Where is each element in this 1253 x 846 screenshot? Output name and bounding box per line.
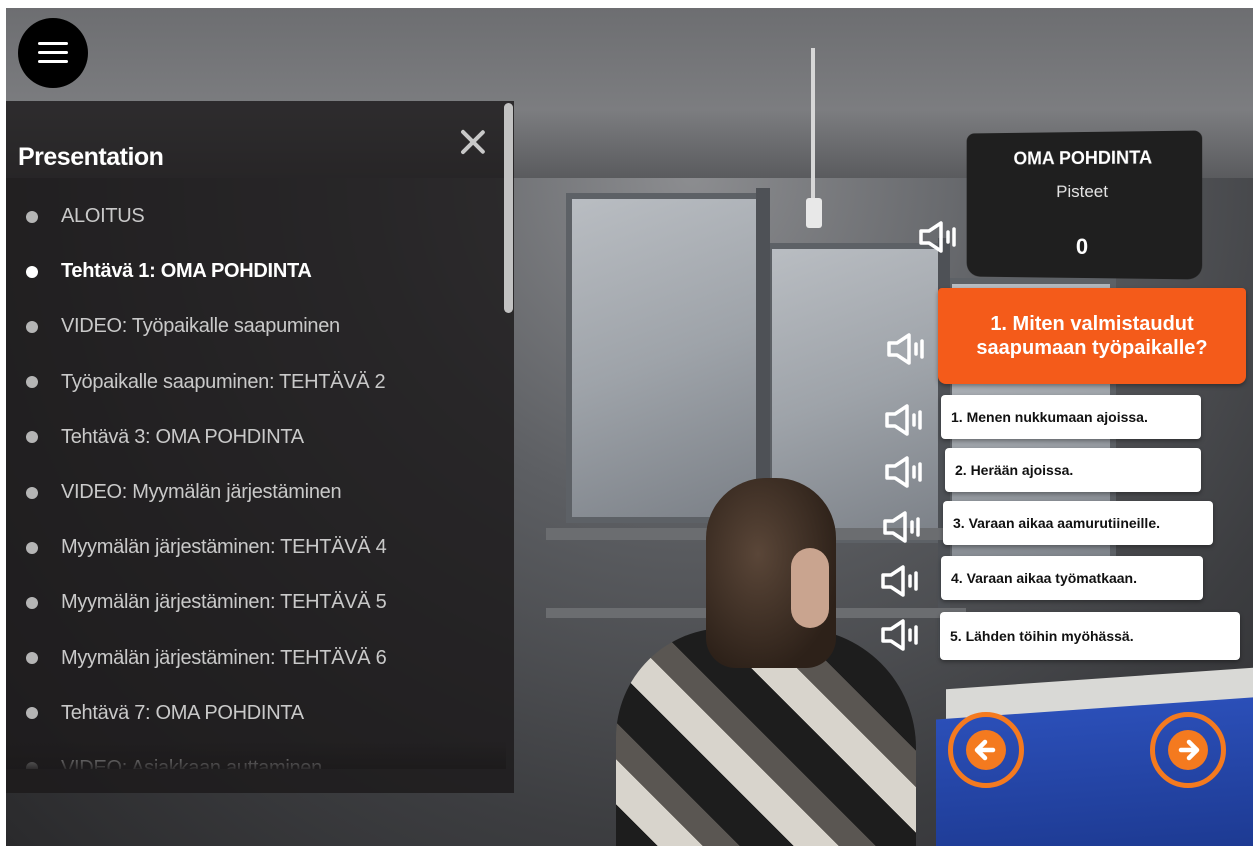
menu-button[interactable] [18,18,88,88]
speaker-icon[interactable] [884,403,924,437]
sidebar-item-6[interactable]: VIDEO: Myymälän järjestäminen [6,465,506,520]
answer-option-3[interactable]: 3. Varaan aikaa aamurutiineille. [943,501,1213,545]
answer-option-1[interactable]: 1. Menen nukkumaan ajoissa. [941,395,1201,439]
person-face [791,548,829,628]
sidebar-item-10[interactable]: Tehtävä 7: OMA POHDINTA [6,686,506,741]
sidebar-item-label: Tehtävä 3: OMA POHDINTA [61,425,304,448]
sidebar-item-8[interactable]: Myymälän järjestäminen: TEHTÄVÄ 5 [6,575,506,630]
ceiling-lamp [811,48,815,208]
bullet-dot [26,210,38,223]
ceiling-lamp-bulb [806,198,822,228]
question-box: 1. Miten valmistaudut saapumaan työpaika… [938,288,1246,384]
prev-button[interactable] [948,712,1024,788]
bullet-dot [26,596,38,609]
bullet-dot [26,265,38,278]
sidebar-item-label: Myymälän järjestäminen: TEHTÄVÄ 6 [61,646,387,669]
speaker-icon[interactable] [880,618,920,652]
sidebar-fade [6,741,506,769]
sidebar-title: Presentation [18,143,164,171]
sidebar-item-label: Myymälän järjestäminen: TEHTÄVÄ 4 [61,536,387,559]
bullet-dot [26,320,38,333]
sidebar-item-label: VIDEO: Työpaikalle saapuminen [61,315,340,338]
arrow-left-icon [966,730,1006,770]
bullet-dot [26,376,38,389]
bullet-dot [26,541,38,554]
answer-option-2[interactable]: 2. Herään ajoissa. [945,448,1201,492]
bullet-dot [26,652,38,665]
sidebar-item-7[interactable]: Myymälän järjestäminen: TEHTÄVÄ 4 [6,520,506,575]
speaker-icon[interactable] [886,332,926,366]
speaker-icon[interactable] [880,564,920,598]
sidebar-item-label: Tehtävä 7: OMA POHDINTA [61,701,304,724]
sidebar-item-label: ALOITUS [61,205,145,228]
sidebar-item-label: Työpaikalle saapuminen: TEHTÄVÄ 2 [61,370,386,393]
score-label: Pisteet [1056,181,1109,202]
answer-option-5[interactable]: 5. Lähden töihin myöhässä. [940,612,1240,660]
score-value: 0 [1075,233,1089,260]
next-button[interactable] [1150,712,1226,788]
bullet-dot [26,707,38,720]
sidebar-item-3[interactable]: VIDEO: Työpaikalle saapuminen [6,299,506,354]
sidebar-item-label: VIDEO: Myymälän järjestäminen [61,481,342,504]
bullet-dot [26,486,38,499]
sidebar-item-label: Tehtävä 1: OMA POHDINTA [61,260,312,283]
sidebar-item-label: Myymälän järjestäminen: TEHTÄVÄ 5 [61,591,387,614]
window-pane [566,193,766,523]
answer-option-4[interactable]: 4. Varaan aikaa työmatkaan. [941,556,1203,600]
scene-list: ALOITUS Tehtävä 1: OMA POHDINTA VIDEO: Työ… [6,189,506,769]
presentation-sidebar: Presentation ALOITUS Tehtävä 1: OMA POHDI… [6,101,514,793]
sidebar-item-4[interactable]: Työpaikalle saapuminen: TEHTÄVÄ 2 [6,355,506,410]
score-title: OMA POHDINTA [1013,147,1153,169]
sidebar-item-2[interactable]: Tehtävä 1: OMA POHDINTA [6,244,506,299]
sidebar-item-5[interactable]: Tehtävä 3: OMA POHDINTA [6,410,506,465]
speaker-icon[interactable] [882,510,922,544]
bullet-dot [26,431,38,444]
sidebar-item-1[interactable]: ALOITUS [6,189,506,244]
arrow-right-icon [1168,730,1208,770]
speaker-icon[interactable] [918,220,958,254]
sidebar-scroll-area[interactable]: Presentation ALOITUS Tehtävä 1: OMA POHDI… [6,101,506,769]
sidebar-item-9[interactable]: Myymälän järjestäminen: TEHTÄVÄ 6 [6,631,506,686]
score-card: OMA POHDINTA Pisteet 0 [966,130,1203,280]
close-icon[interactable] [458,127,488,157]
hamburger-menu-icon [38,42,68,64]
speaker-icon[interactable] [884,455,924,489]
sidebar-scrollbar[interactable] [504,103,513,313]
